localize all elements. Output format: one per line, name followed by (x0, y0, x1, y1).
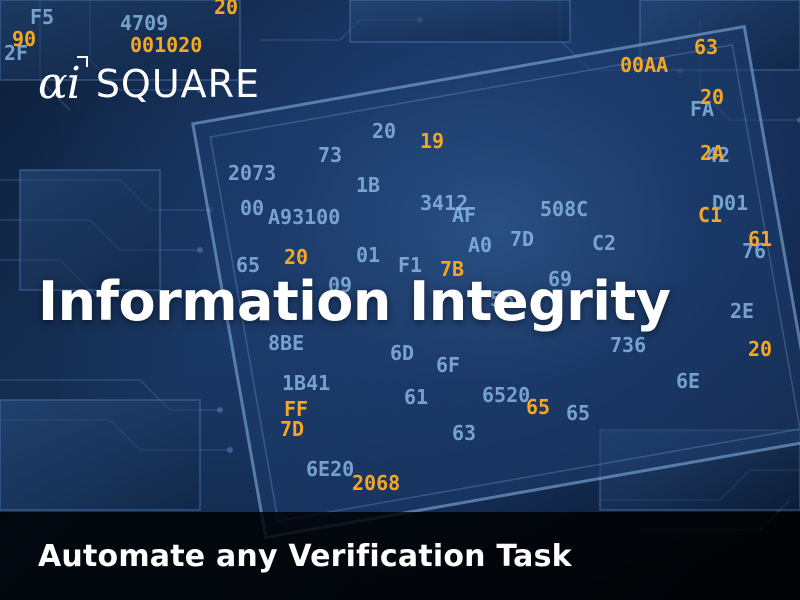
svg-text:8BE: 8BE (268, 331, 304, 355)
headline: Information Integrity (38, 270, 671, 333)
svg-text:C1: C1 (698, 203, 722, 227)
svg-text:19: 19 (420, 129, 444, 153)
svg-text:61: 61 (748, 227, 772, 251)
svg-text:20: 20 (214, 0, 238, 19)
svg-text:2A: 2A (700, 141, 724, 165)
svg-text:65: 65 (566, 401, 590, 425)
svg-text:001020: 001020 (130, 33, 202, 57)
svg-text:F5: F5 (30, 5, 54, 29)
svg-text:A0: A0 (468, 233, 492, 257)
svg-text:6E20: 6E20 (306, 457, 354, 481)
svg-text:2073: 2073 (228, 161, 276, 185)
svg-text:1B: 1B (356, 173, 380, 197)
svg-text:7D: 7D (280, 417, 304, 441)
logo-wordmark: SQUARE (95, 62, 261, 106)
logo-mark: αi (38, 56, 88, 106)
svg-text:7D: 7D (510, 227, 534, 251)
svg-text:A93100: A93100 (268, 205, 340, 229)
svg-text:508C: 508C (540, 197, 588, 221)
svg-text:AF: AF (452, 203, 476, 227)
tagline: Automate any Verification Task (38, 538, 572, 574)
svg-text:20: 20 (284, 245, 308, 269)
svg-text:6520: 6520 (482, 383, 530, 407)
svg-text:20: 20 (372, 119, 396, 143)
svg-text:61: 61 (404, 385, 428, 409)
svg-text:2068: 2068 (352, 471, 400, 495)
svg-text:6D: 6D (390, 341, 414, 365)
svg-text:01: 01 (356, 243, 380, 267)
banner: 2073 73 20 00 A93100 1B 3412 AF 508C 65 … (0, 0, 800, 600)
svg-text:736: 736 (610, 333, 646, 357)
svg-text:4709: 4709 (120, 11, 168, 35)
svg-text:20: 20 (700, 85, 724, 109)
brand-logo: αi SQUARE (38, 56, 261, 106)
logo-corner-icon (76, 56, 88, 67)
svg-text:C2: C2 (592, 231, 616, 255)
svg-text:20: 20 (748, 337, 772, 361)
svg-text:00: 00 (240, 196, 264, 220)
svg-text:63: 63 (694, 35, 718, 59)
footer-bar: Automate any Verification Task (0, 512, 800, 600)
svg-text:6E: 6E (676, 369, 700, 393)
svg-text:90: 90 (12, 27, 36, 51)
svg-text:00AA: 00AA (620, 53, 668, 77)
svg-text:6F: 6F (436, 353, 460, 377)
svg-text:63: 63 (452, 421, 476, 445)
logo-mark-text: αi (38, 58, 81, 109)
svg-text:73: 73 (318, 143, 342, 167)
svg-text:65: 65 (526, 395, 550, 419)
svg-text:1B41: 1B41 (282, 371, 330, 395)
